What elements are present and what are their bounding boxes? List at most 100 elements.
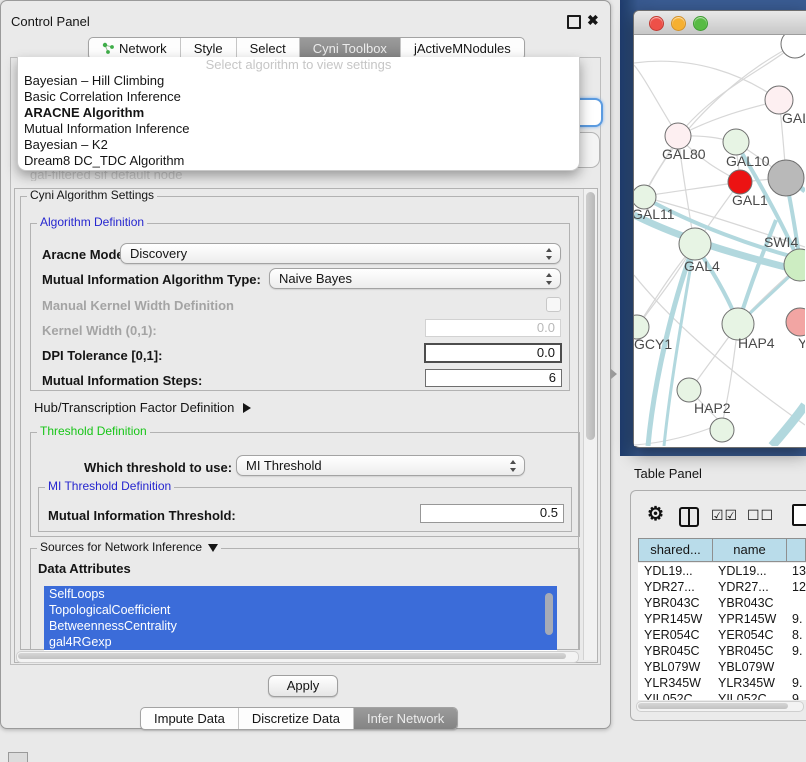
list-scrollbar-thumb[interactable] (545, 593, 553, 635)
document-icon[interactable] (792, 504, 806, 526)
column-header-name[interactable]: name (713, 539, 787, 561)
mi-algorithm-type-label: Mutual Information Algorithm Type: (42, 272, 261, 287)
zoom-traffic-light[interactable] (693, 16, 708, 31)
table-row[interactable]: YER054CYER054C8. (638, 627, 806, 643)
mi-threshold-field[interactable]: 0.5 (420, 504, 564, 523)
tab-impute-data[interactable]: Impute Data (141, 708, 238, 729)
list-item[interactable]: SelfLoops (44, 586, 557, 602)
scrollbar-thumb[interactable] (586, 192, 595, 440)
expander-expanded-icon[interactable] (208, 544, 218, 552)
close-icon[interactable]: ✖ (587, 12, 599, 29)
mi-steps-label: Mutual Information Steps: (42, 373, 202, 388)
node-label: Y (798, 335, 805, 351)
node-gal1[interactable] (728, 170, 752, 194)
columns-icon[interactable] (679, 507, 699, 527)
network-view-window: GAL GAL80 GAL10 GAL1 GAL11 SWI4 GAL4 GCY… (633, 10, 806, 448)
table-row[interactable]: YBR045CYBR045C9. (638, 643, 806, 659)
algorithm-dropdown-popup: Select algorithm to view settings Bayesi… (17, 57, 580, 171)
aracne-mode-value: Discovery (130, 246, 187, 261)
list-item[interactable]: TopologicalCoefficient (44, 602, 557, 618)
deselect-all-checkboxes-icon[interactable]: ☐☐ (747, 507, 774, 524)
manual-kernel-width-label: Manual Kernel Width Definition (42, 298, 234, 313)
float-window-icon[interactable] (567, 15, 581, 29)
dpi-tolerance-field[interactable]: 0.0 (424, 343, 562, 363)
group-title: Cyni Algorithm Settings (27, 189, 157, 202)
dropdown-item[interactable]: Bayesian – K2 (18, 137, 579, 153)
apply-button[interactable]: Apply (268, 675, 338, 697)
dropdown-item[interactable]: Basic Correlation Inference (18, 89, 579, 105)
dpi-tolerance-label: DPI Tolerance [0,1]: (42, 348, 162, 363)
table-row[interactable]: YBL079WYBL079W (638, 659, 806, 675)
scrollbar-thumb[interactable] (638, 703, 788, 709)
hub-tf-definition-label: Hub/Transcription Factor Definition (34, 400, 234, 415)
node-label: SWI4 (764, 234, 798, 250)
screen: Control Panel ✖ Network Style Select Cyn… (0, 0, 806, 762)
tab-jactivemnodules[interactable]: jActiveMNodules (400, 38, 524, 59)
dropdown-item-aracne[interactable]: ARACNE Algorithm (18, 105, 579, 121)
dropdown-item[interactable]: Mutual Information Inference (18, 121, 579, 137)
table-panel-title: Table Panel (634, 466, 702, 481)
group-title: Algorithm Definition (37, 216, 147, 229)
minimized-widget-icon[interactable] (8, 752, 28, 762)
list-item[interactable]: gal4RGexp (44, 634, 557, 650)
column-header-shared[interactable]: shared... (639, 539, 713, 561)
node-label: HAP2 (694, 400, 731, 416)
node-bottom[interactable] (710, 418, 734, 442)
tab-network-label: Network (119, 41, 167, 56)
stepper-arrows-icon (546, 273, 553, 285)
stepper-arrows-icon (510, 460, 517, 472)
node-hap2[interactable] (677, 378, 701, 402)
tab-discretize-data[interactable]: Discretize Data (238, 708, 353, 729)
sources-title: Sources for Network Inference (40, 540, 202, 554)
node-label: GCY1 (634, 336, 672, 352)
column-header-cut[interactable] (787, 539, 805, 561)
manual-kernel-width-checkbox[interactable] (546, 297, 561, 312)
aracne-mode-combo[interactable]: Discovery (120, 243, 561, 264)
table-row[interactable]: YIL052CYIL052C9 (638, 691, 806, 700)
table-horizontal-scrollbar[interactable] (636, 701, 804, 712)
table-row[interactable]: YDL19...YDL19...13 (638, 563, 806, 579)
gear-icon[interactable]: ⚙ (647, 503, 664, 526)
hub-tf-definition-expander[interactable]: Hub/Transcription Factor Definition (34, 400, 251, 415)
which-threshold-value: MI Threshold (246, 458, 322, 473)
node-gal10[interactable] (723, 129, 749, 155)
data-attributes-list: SelfLoops TopologicalCoefficient Between… (44, 586, 557, 652)
cyni-bottom-tabs: Impute Data Discretize Data Infer Networ… (140, 707, 458, 730)
horizontal-scrollbar[interactable] (16, 651, 579, 663)
kernel-width-field[interactable]: 0.0 (425, 319, 561, 337)
panel-title: Control Panel (11, 14, 90, 29)
table-body: YDL19...YDL19...13 YDR27...YDR27...12 YB… (638, 563, 806, 700)
node-label: GAL10 (726, 153, 770, 169)
node-label: GAL (782, 110, 805, 126)
list-item[interactable]: BetweennessCentrality (44, 618, 557, 634)
data-attributes-label: Data Attributes (38, 561, 131, 576)
window-titlebar[interactable] (634, 11, 806, 35)
node-unlabeled[interactable] (781, 35, 805, 58)
tab-infer-network[interactable]: Infer Network (353, 708, 457, 729)
dropdown-placeholder: Select algorithm to view settings (18, 57, 579, 73)
network-canvas[interactable]: GAL GAL80 GAL10 GAL1 GAL11 SWI4 GAL4 GCY… (634, 35, 805, 446)
table-row[interactable]: YPR145WYPR145W9. (638, 611, 806, 627)
scrollbar-thumb[interactable] (18, 653, 566, 659)
select-all-checkboxes-icon[interactable]: ☑☑ (711, 507, 738, 524)
tab-select[interactable]: Select (236, 38, 299, 59)
dropdown-item[interactable]: Bayesian – Hill Climbing (18, 73, 579, 89)
tab-cyni-toolbox[interactable]: Cyni Toolbox (299, 38, 400, 59)
mi-steps-field[interactable]: 6 (425, 369, 562, 387)
node-gal4[interactable] (679, 228, 711, 260)
which-threshold-combo[interactable]: MI Threshold (236, 455, 525, 476)
minimize-traffic-light[interactable] (671, 16, 686, 31)
table-row[interactable]: YBR043CYBR043C (638, 595, 806, 611)
dropdown-item[interactable]: Dream8 DC_TDC Algorithm (18, 153, 579, 169)
mi-algorithm-type-combo[interactable]: Naive Bayes (269, 268, 561, 289)
close-traffic-light[interactable] (649, 16, 664, 31)
tab-style[interactable]: Style (180, 38, 236, 59)
tab-network[interactable]: Network (89, 38, 180, 59)
table-row[interactable]: YLR345WYLR345W9. (638, 675, 806, 691)
node-gray[interactable] (768, 160, 804, 196)
vertical-scrollbar[interactable] (583, 189, 597, 660)
node-y[interactable] (786, 308, 805, 336)
table-row[interactable]: YDR27...YDR27...12 (638, 579, 806, 595)
panel-divider-arrow[interactable] (611, 369, 617, 379)
node-label: GAL1 (732, 192, 768, 208)
